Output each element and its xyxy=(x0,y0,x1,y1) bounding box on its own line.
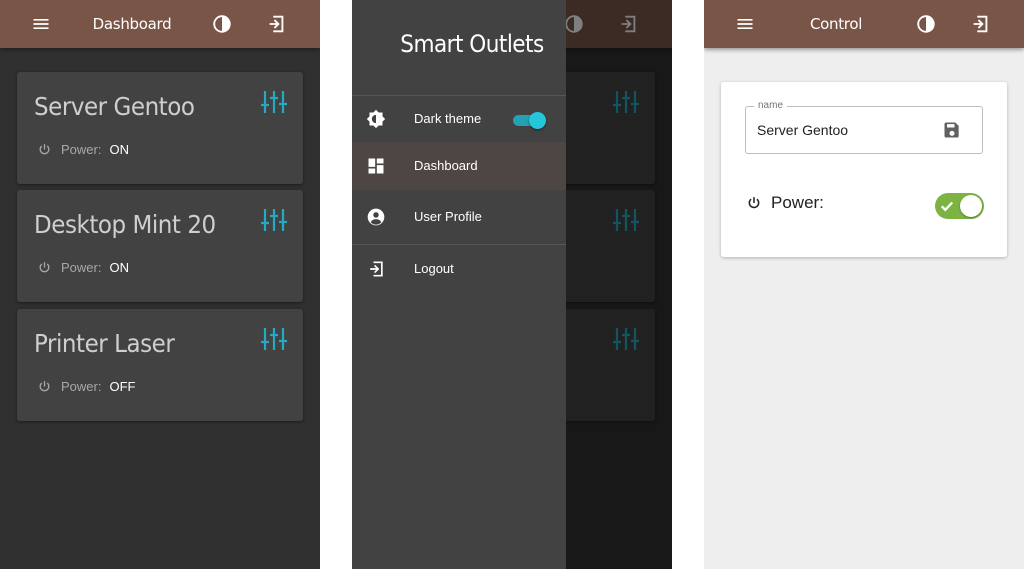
power-icon xyxy=(39,143,50,154)
tune-icon[interactable] xyxy=(261,90,287,114)
drawer-title: Smart Outlets xyxy=(400,30,544,58)
drawer-item-label: Dark theme xyxy=(414,111,482,126)
app-bar: Dashboard xyxy=(0,0,320,48)
drawer-item-logout[interactable]: Logout xyxy=(352,245,566,293)
name-field-value[interactable]: Server Gentoo xyxy=(757,122,848,138)
contrast-icon[interactable] xyxy=(211,13,233,35)
outlet-card[interactable]: Desktop Mint 20 Power: ON xyxy=(17,190,303,302)
account-circle-icon xyxy=(367,208,385,226)
outlet-card[interactable]: Server Gentoo Power: ON xyxy=(17,72,303,184)
power-status: Power: OFF xyxy=(38,378,135,394)
check-icon xyxy=(940,201,954,212)
logout-icon[interactable] xyxy=(969,13,991,35)
logout-icon xyxy=(370,261,383,277)
drawer-item-label: Dashboard xyxy=(414,158,478,173)
name-field[interactable]: name Server Gentoo xyxy=(745,100,983,154)
drawer-screen: Smart Outlets Dark theme Dashboard User … xyxy=(352,0,672,569)
power-label: Power: xyxy=(61,259,102,275)
power-status: Power: ON xyxy=(38,259,129,275)
control-card: name Server Gentoo Power: xyxy=(721,82,1007,257)
drawer-item-user-profile[interactable]: User Profile xyxy=(352,193,566,241)
outlet-name: Server Gentoo xyxy=(34,92,195,121)
navigation-drawer: Smart Outlets Dark theme Dashboard User … xyxy=(352,0,566,569)
drawer-item-label: User Profile xyxy=(414,209,482,224)
brightness-icon xyxy=(366,109,386,129)
power-state: OFF xyxy=(109,378,136,394)
dark-theme-toggle[interactable] xyxy=(512,112,546,129)
power-label: Power: xyxy=(61,378,102,394)
tune-icon[interactable] xyxy=(261,208,287,232)
name-field-label: name xyxy=(754,100,788,111)
power-label: Power: xyxy=(61,141,102,157)
logout-icon[interactable] xyxy=(265,13,287,35)
power-toggle[interactable] xyxy=(935,193,984,219)
toggle-thumb xyxy=(529,112,546,129)
power-icon xyxy=(39,261,50,272)
toggle-thumb xyxy=(960,195,982,217)
outlet-name: Printer Laser xyxy=(34,329,175,358)
power-label: Power: xyxy=(771,193,824,212)
drawer-item-dashboard[interactable]: Dashboard xyxy=(352,142,566,190)
dashboard-screen: Dashboard Server Gentoo Power: ON Deskto… xyxy=(0,0,320,569)
control-screen: Control name Server Gentoo Power: xyxy=(704,0,1024,569)
drawer-item-label: Logout xyxy=(414,261,454,276)
power-icon xyxy=(748,197,760,209)
power-icon xyxy=(39,380,50,391)
outlet-name: Desktop Mint 20 xyxy=(34,210,216,239)
power-state: ON xyxy=(109,259,129,275)
power-status: Power: ON xyxy=(38,141,129,157)
save-icon[interactable] xyxy=(942,120,962,140)
contrast-icon[interactable] xyxy=(915,13,937,35)
app-bar: Control xyxy=(704,0,1024,48)
power-state: ON xyxy=(109,141,129,157)
dashboard-icon xyxy=(368,158,384,174)
tune-icon[interactable] xyxy=(261,327,287,351)
dark-theme-item[interactable]: Dark theme xyxy=(352,95,566,143)
outlet-card[interactable]: Printer Laser Power: OFF xyxy=(17,309,303,421)
